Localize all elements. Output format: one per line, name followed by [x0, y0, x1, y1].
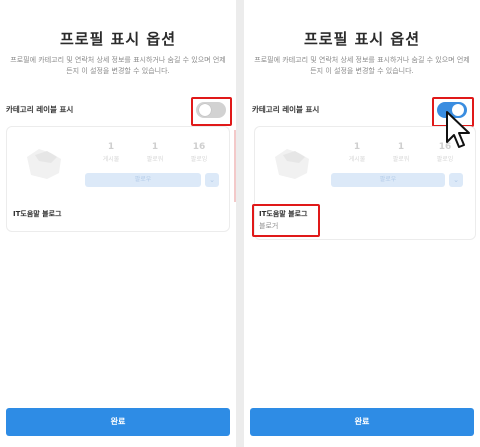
left-panel: 프로필 표시 옵션 프로필에 카테고리 및 연락처 상세 정보를 표시하거나 숨… [0, 0, 236, 447]
page-description: 프로필에 카테고리 및 연락처 상세 정보를 표시하거나 숨길 수 있으며 언제… [254, 56, 470, 75]
page-title: 프로필 표시 옵션 [59, 30, 177, 48]
scrollbar[interactable] [234, 130, 236, 202]
mouse-cursor-icon [446, 111, 470, 148]
follow-button[interactable]: 팔로우 [331, 173, 445, 187]
page-title: 프로필 표시 옵션 [303, 30, 421, 48]
page-description: 프로필에 카테고리 및 연락처 상세 정보를 표시하거나 숨길 수 있으며 언제… [10, 56, 226, 75]
right-panel: 프로필 표시 옵션 프로필에 카테고리 및 연락처 상세 정보를 표시하거나 숨… [244, 0, 480, 447]
chevron-down-icon: ⌄ [453, 176, 459, 184]
category-highlight-box [252, 204, 320, 237]
profile-preview-card: 1 게시물 1 팔로워 16 팔로잉 팔로우 ⌄ IT도움말 블로그 [6, 126, 230, 232]
stat-followers: 1 팔로워 [146, 142, 164, 163]
stat-posts: 1 게시물 [102, 142, 120, 163]
chevron-down-icon: ⌄ [209, 176, 215, 184]
stat-following: 16 팔로잉 [190, 142, 208, 163]
category-label-option: 카테고리 레이블 표시 [6, 105, 74, 114]
toggle-highlight-box [191, 97, 232, 126]
more-dropdown-button[interactable]: ⌄ [205, 173, 219, 187]
stat-posts: 1 게시물 [348, 142, 366, 163]
done-button[interactable]: 완료 [250, 408, 474, 436]
stat-followers: 1 팔로워 [392, 142, 410, 163]
more-dropdown-button[interactable]: ⌄ [449, 173, 463, 187]
category-label-option: 카테고리 레이블 표시 [252, 105, 320, 114]
avatar-placeholder-icon [27, 149, 61, 179]
done-button[interactable]: 완료 [6, 408, 230, 436]
profile-name: IT도움말 블로그 [13, 210, 62, 218]
avatar-placeholder-icon [275, 149, 309, 179]
follow-button[interactable]: 팔로우 [85, 173, 201, 187]
